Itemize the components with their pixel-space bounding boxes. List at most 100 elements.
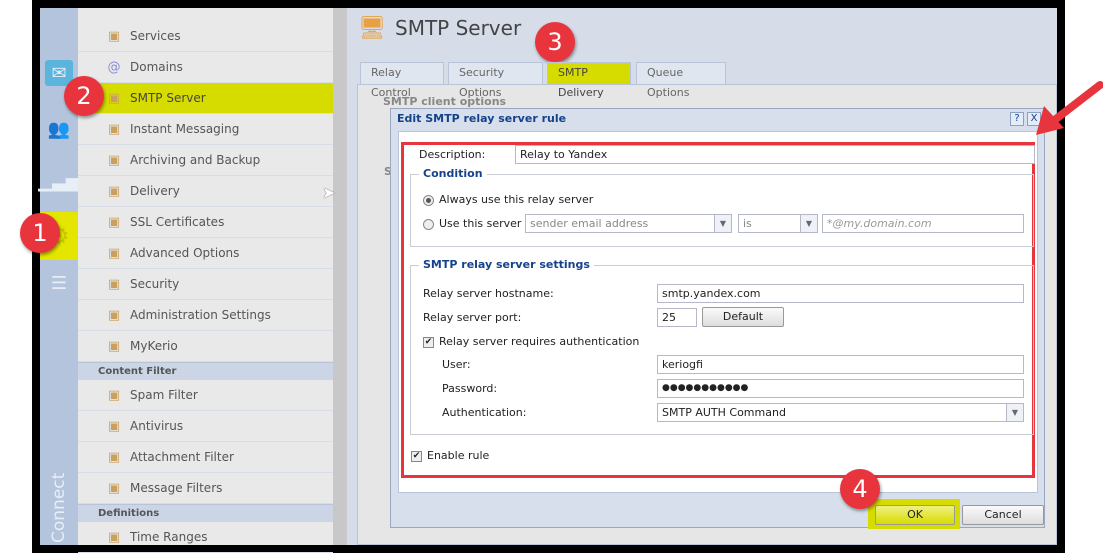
sidebar-item-smtp-server[interactable]: ▣ SMTP Server: [78, 83, 333, 114]
user-input[interactable]: keriogfi: [657, 355, 1024, 374]
hand-icon: ▣: [107, 276, 121, 292]
edit-relay-rule-dialog: Edit SMTP relay server rule ? X Descript…: [390, 108, 1045, 529]
sidebar-section-header: Content Filter: [78, 362, 333, 380]
annotation-arrow: [1036, 81, 1103, 135]
page-title: SMTP Server: [395, 16, 522, 40]
enable-rule-label: Enable rule: [427, 449, 490, 462]
help-button[interactable]: ?: [1010, 112, 1024, 126]
port-input[interactable]: 25: [657, 308, 697, 327]
tab-queue-options[interactable]: Queue Options: [636, 62, 726, 99]
antivirus-icon: ▣: [107, 418, 121, 434]
enable-rule-checkbox[interactable]: ✔ Enable rule: [411, 449, 489, 462]
sidebar-item-time-ranges[interactable]: ▣ Time Ranges: [78, 522, 333, 553]
tab-security-options[interactable]: Security Options: [448, 62, 543, 99]
sidebar-item-label: Attachment Filter: [130, 450, 234, 464]
description-input[interactable]: Relay to Yandex: [515, 145, 1035, 164]
condition-operator-select[interactable]: is ▼: [738, 214, 818, 233]
relay-settings-legend: SMTP relay server settings: [419, 258, 594, 271]
sidebar-item-administration-settings[interactable]: ▣ Administration Settings: [78, 300, 333, 331]
default-port-button[interactable]: Default: [702, 307, 784, 327]
description-label: Description:: [419, 148, 486, 161]
radio-always[interactable]: Always use this relay server: [423, 193, 593, 206]
stats-icon[interactable]: ▁▃▅: [38, 168, 80, 194]
sidebar-item-label: Time Ranges: [130, 530, 208, 544]
sidebar-item-label: Spam Filter: [130, 388, 198, 402]
tab-smtp-delivery[interactable]: SMTP Delivery: [547, 62, 631, 99]
filter-icon: ▣: [107, 480, 121, 496]
auth-required-label: Relay server requires authentication: [439, 335, 640, 348]
annotation-badge-2: 2: [64, 76, 104, 116]
cancel-button[interactable]: Cancel: [962, 505, 1044, 525]
chevron-down-icon[interactable]: ▼: [714, 215, 731, 232]
user-label: User:: [442, 358, 471, 371]
sidebar-item-label: SMTP Server: [130, 91, 206, 105]
sidebar-item-mykerio[interactable]: ▣ MyKerio: [78, 331, 333, 362]
sidebar-scrollbar[interactable]: [333, 8, 347, 545]
sidebar-item-label: Antivirus: [130, 419, 184, 433]
at-icon: @: [107, 59, 121, 75]
tab-relay-control[interactable]: Relay Control: [360, 62, 444, 99]
sidebar-item-label: Delivery: [130, 184, 180, 198]
attachment-icon: ▣: [107, 449, 121, 465]
password-input[interactable]: ●●●●●●●●●●●: [657, 379, 1024, 398]
sidebar-item-label: Instant Messaging: [130, 122, 240, 136]
radio-icon: [423, 194, 434, 206]
authentication-label: Authentication:: [442, 406, 527, 419]
chat-icon: ▣: [107, 121, 121, 137]
sidebar: ▣ Services @ Domains ▣ SMTP Server ▣ Instant Me…: [78, 8, 333, 553]
sidebar-item-label: Administration Settings: [130, 308, 271, 322]
delivery-icon: ▣: [107, 183, 121, 199]
ok-button[interactable]: OK: [875, 505, 955, 525]
mykerio-icon: ▣: [107, 338, 121, 354]
sidebar-item-advanced-options[interactable]: ▣ Advanced Options: [78, 238, 333, 269]
radio-icon: [423, 218, 434, 230]
password-label: Password:: [442, 382, 498, 395]
archive-icon: ▣: [107, 152, 121, 168]
authentication-value: SMTP AUTH Command: [662, 406, 786, 419]
sidebar-item-instant-messaging[interactable]: ▣ Instant Messaging: [78, 114, 333, 145]
sidebar-item-message-filters[interactable]: ▣ Message Filters: [78, 473, 333, 504]
sidebar-item-label: Domains: [130, 60, 183, 74]
chevron-down-icon[interactable]: ▼: [800, 215, 817, 232]
sidebar-item-label: Security: [130, 277, 180, 291]
condition-fieldset: Condition Always use this relay server U…: [410, 167, 1034, 247]
condition-value-input[interactable]: *@my.domain.com: [822, 214, 1024, 233]
services-icon: ▣: [107, 28, 121, 44]
sidebar-item-spam-filter[interactable]: ▣ Spam Filter: [78, 380, 333, 411]
condition-legend: Condition: [419, 167, 487, 180]
auth-required-checkbox[interactable]: ✔ Relay server requires authentication: [423, 335, 639, 348]
authentication-select[interactable]: SMTP AUTH Command ▼: [657, 403, 1024, 422]
spam-icon: ▣: [107, 387, 121, 403]
sidebar-item-delivery[interactable]: ▣ Delivery: [78, 176, 333, 207]
sidebar-item-services[interactable]: ▣ Services: [78, 21, 333, 52]
radio-always-label: Always use this relay server: [439, 193, 594, 206]
sidebar-item-domains[interactable]: @ Domains: [78, 52, 333, 83]
port-label: Relay server port:: [423, 311, 522, 324]
annotation-badge-1: 1: [20, 213, 60, 253]
users-icon[interactable]: 👥: [45, 116, 73, 142]
sidebar-item-antivirus[interactable]: ▣ Antivirus: [78, 411, 333, 442]
radio-use-if[interactable]: Use this server if: [423, 217, 532, 230]
dialog-title: Edit SMTP relay server rule: [397, 112, 567, 125]
clock-icon: ▣: [107, 529, 121, 545]
checkbox-checked-icon: ✔: [423, 336, 434, 348]
sidebar-item-security[interactable]: ▣ Security: [78, 269, 333, 300]
sidebar-item-ssl-certificates[interactable]: ▣ SSL Certificates: [78, 207, 333, 238]
brand-label: Connect: [49, 472, 69, 543]
dialog-body: Description: Relay to Yandex Condition A…: [398, 131, 1038, 493]
sidebar-item-label: Services: [130, 29, 181, 43]
condition-field-select[interactable]: sender email address ▼: [525, 214, 732, 233]
condition-operator-value: is: [743, 217, 752, 230]
radio-if-label: Use this server if: [439, 217, 532, 230]
relay-settings-fieldset: SMTP relay server settings Relay server …: [410, 258, 1034, 435]
annotation-badge-3: 3: [535, 22, 575, 62]
admin-icon: ▣: [107, 307, 121, 323]
sidebar-item-label: MyKerio: [130, 339, 178, 353]
hostname-input[interactable]: smtp.yandex.com: [657, 284, 1024, 303]
checkbox-checked-icon: ✔: [411, 450, 422, 462]
sidebar-section-header: Definitions: [78, 504, 333, 522]
sidebar-item-archiving-and-backup[interactable]: ▣ Archiving and Backup: [78, 145, 333, 176]
logs-icon[interactable]: ☰: [45, 270, 73, 296]
chevron-down-icon[interactable]: ▼: [1006, 404, 1023, 421]
sidebar-item-attachment-filter[interactable]: ▣ Attachment Filter: [78, 442, 333, 473]
